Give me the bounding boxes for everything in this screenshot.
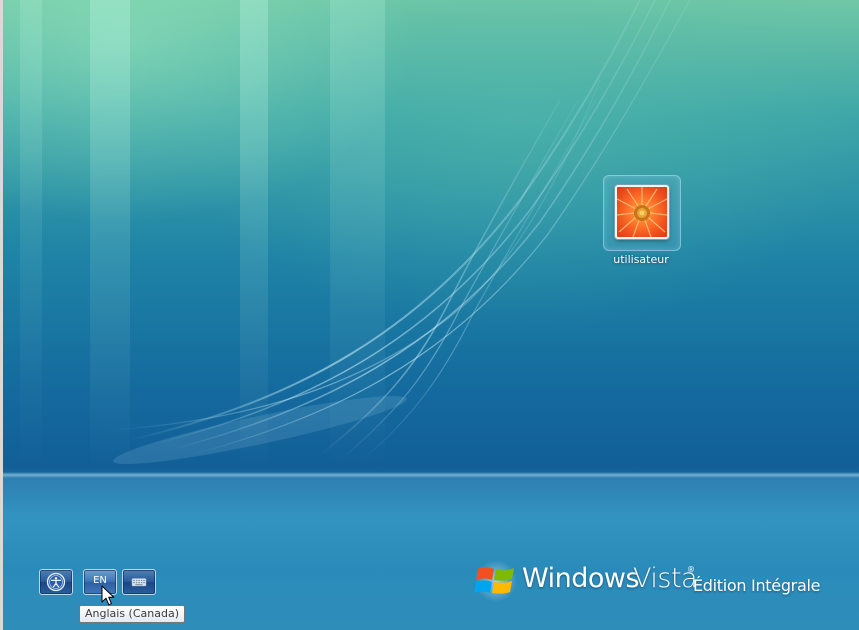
language-tooltip: Anglais (Canada): [79, 605, 185, 623]
user-name-label[interactable]: utilisateur: [583, 253, 699, 266]
brand-edition-text: Édition Intégrale: [693, 576, 821, 595]
ease-of-access-icon: [46, 572, 66, 592]
ease-of-access-button[interactable]: [39, 569, 73, 595]
mouse-pointer-icon: [101, 585, 115, 606]
keyboard-icon: [131, 578, 147, 587]
logon-screen: utilisateur EN Anglais (Canada) Windows …: [0, 0, 859, 630]
user-picture[interactable]: [615, 185, 669, 239]
on-screen-keyboard-button[interactable]: [122, 569, 156, 595]
brand-trademark: ®: [687, 565, 695, 574]
orange-flower-icon: [617, 187, 667, 237]
brand-windows-text: Windows: [522, 563, 640, 594]
windows-vista-branding: Windows Vista ® Édition Intégrale: [472, 557, 852, 607]
user-account-tile[interactable]: utilisateur: [603, 175, 681, 267]
user-tile-frame[interactable]: [603, 175, 681, 251]
windows-flag-icon: [474, 560, 517, 602]
